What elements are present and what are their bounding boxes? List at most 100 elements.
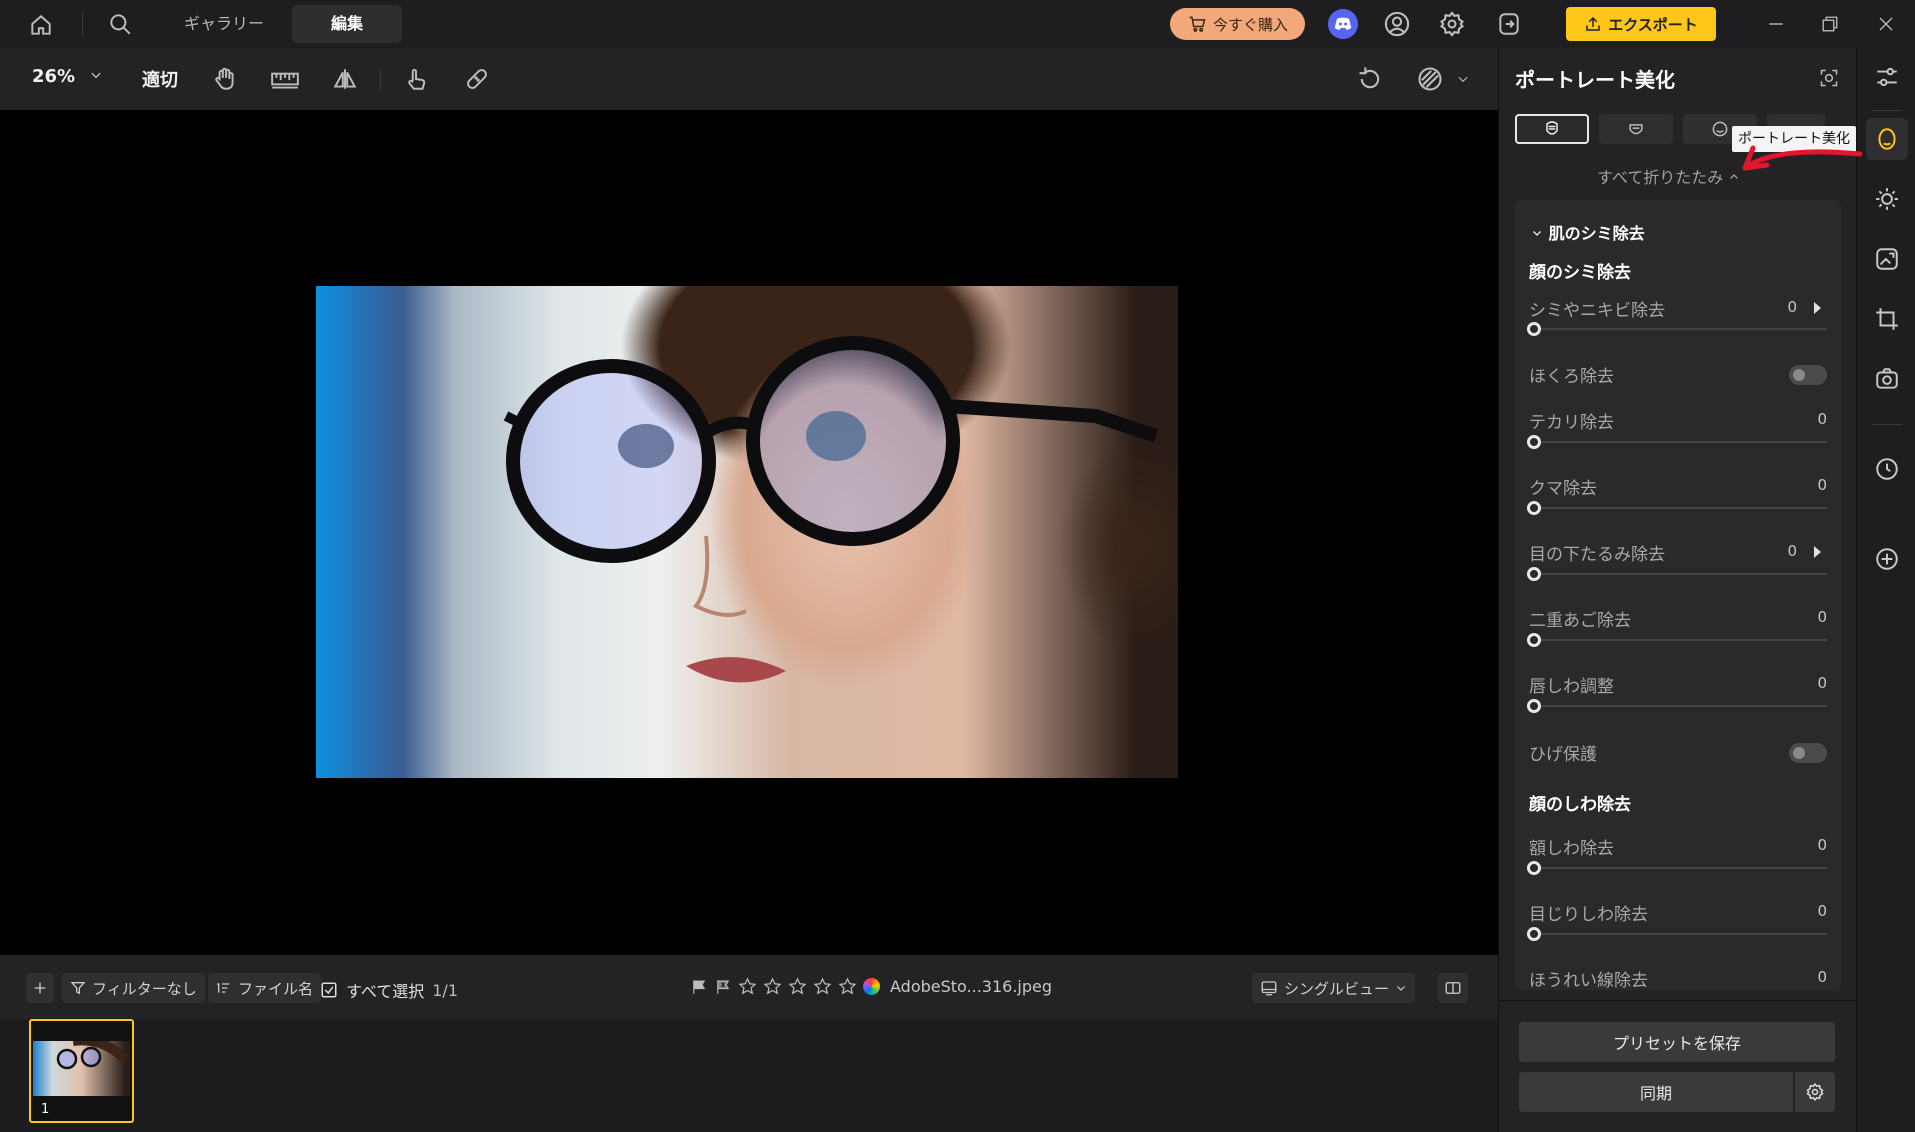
row-label: 目じりしわ除去 xyxy=(1529,905,1648,925)
thumbnail-index: 1 xyxy=(37,1102,54,1117)
tab-gallery[interactable]: ギャラリー xyxy=(166,5,282,43)
star-icon[interactable] xyxy=(763,977,782,996)
light-button[interactable] xyxy=(1866,178,1908,220)
group-title-wrinkle: 顔のしわ除去 xyxy=(1529,795,1631,815)
star-icon[interactable] xyxy=(788,977,807,996)
sync-settings-button[interactable] xyxy=(1795,1072,1835,1112)
close-icon[interactable] xyxy=(1872,10,1900,38)
portrait-beauty-button[interactable] xyxy=(1866,118,1908,160)
sort-label: ファイル名 xyxy=(238,979,314,998)
row-label: テカリ除去 xyxy=(1529,413,1614,433)
fit-button[interactable]: 適切 xyxy=(142,66,178,92)
row-value[interactable]: 0 xyxy=(1817,836,1827,854)
flag-reject-icon[interactable] xyxy=(714,978,732,996)
slider-knob[interactable] xyxy=(1527,435,1541,449)
split-view-button[interactable] xyxy=(1438,973,1468,1003)
tab-skin[interactable] xyxy=(1515,114,1589,144)
slider-knob[interactable] xyxy=(1527,927,1541,941)
sync-button[interactable]: 同期 xyxy=(1519,1072,1793,1112)
home-icon[interactable] xyxy=(26,10,56,40)
export-button[interactable]: エクスポート xyxy=(1566,7,1716,41)
sign-in-icon[interactable] xyxy=(1494,9,1524,39)
slider-knob[interactable] xyxy=(1527,633,1541,647)
touch-tool-icon[interactable] xyxy=(400,63,432,95)
row-value[interactable]: 0 xyxy=(1817,410,1827,428)
settings-gear-icon[interactable] xyxy=(1437,9,1467,39)
slider-track[interactable] xyxy=(1527,322,1827,336)
color-label-icon[interactable] xyxy=(863,978,880,995)
crop-icon xyxy=(1876,308,1898,330)
chevron-down-icon[interactable] xyxy=(1454,70,1472,88)
filter-label: フィルターなし xyxy=(92,979,197,998)
row-label: ほうれい線除去 xyxy=(1529,971,1648,990)
view-mode-label: シングルビュー xyxy=(1284,979,1390,998)
expand-arrow-icon[interactable] xyxy=(1814,302,1821,314)
camera-icon xyxy=(1876,368,1898,389)
row-value[interactable]: 0 xyxy=(1817,608,1827,626)
row-label: 二重あご除去 xyxy=(1529,611,1631,631)
toggle-switch[interactable] xyxy=(1789,743,1827,763)
sort-dropdown[interactable]: ファイル名 xyxy=(208,973,322,1003)
section-header[interactable]: 肌のシミ除去 xyxy=(1531,220,1645,244)
row-value[interactable]: 0 xyxy=(1817,476,1827,494)
tab-edit[interactable]: 編集 xyxy=(292,5,402,43)
checkbox-checked-icon xyxy=(321,982,337,998)
slider-knob[interactable] xyxy=(1527,322,1541,336)
row-value[interactable]: 0 xyxy=(1817,968,1827,986)
search-icon[interactable] xyxy=(104,8,136,40)
compare-icon[interactable] xyxy=(1412,63,1448,95)
slider-track[interactable] xyxy=(1527,861,1827,875)
history-button[interactable] xyxy=(1866,448,1908,490)
expand-arrow-icon[interactable] xyxy=(1814,546,1821,558)
add-button[interactable] xyxy=(26,973,54,1003)
star-icon[interactable] xyxy=(838,977,857,996)
star-icon[interactable] xyxy=(813,977,832,996)
slider-track[interactable] xyxy=(1527,927,1827,941)
restore-icon[interactable] xyxy=(1816,10,1844,38)
face-shape-icon xyxy=(1629,124,1643,135)
row-label: 唇しわ調整 xyxy=(1529,677,1614,697)
row-value[interactable]: 0 xyxy=(1817,902,1827,920)
slider-track[interactable] xyxy=(1527,699,1827,713)
flag-pick-icon[interactable] xyxy=(690,978,708,996)
slider-track[interactable] xyxy=(1527,435,1827,449)
toggle-switch[interactable] xyxy=(1789,365,1827,385)
row-value[interactable]: 0 xyxy=(1817,674,1827,692)
slider-track[interactable] xyxy=(1527,501,1827,515)
filter-dropdown[interactable]: フィルターなし xyxy=(62,973,205,1003)
adjust-sliders-button[interactable] xyxy=(1866,56,1908,98)
slider-knob[interactable] xyxy=(1527,861,1541,875)
account-icon[interactable] xyxy=(1382,9,1412,39)
slider-track[interactable] xyxy=(1527,567,1827,581)
slider-knob[interactable] xyxy=(1527,567,1541,581)
hand-tool-icon[interactable] xyxy=(209,63,241,95)
row-label: シミやニキビ除去 xyxy=(1529,301,1665,321)
rotate-reset-icon[interactable] xyxy=(1354,63,1386,95)
discord-icon[interactable] xyxy=(1328,9,1358,39)
bandage-heal-icon[interactable] xyxy=(461,63,493,95)
slider-track[interactable] xyxy=(1527,633,1827,647)
export-label: エクスポート xyxy=(1608,15,1698,34)
view-mode-dropdown[interactable]: シングルビュー xyxy=(1252,973,1416,1003)
select-all-checkbox[interactable]: すべて選択 1/1 xyxy=(320,978,458,1002)
add-tool-button[interactable] xyxy=(1866,538,1908,580)
ruler-icon[interactable] xyxy=(268,63,302,95)
row-value[interactable]: 0 xyxy=(1787,542,1797,560)
zoom-dropdown[interactable]: 26% xyxy=(32,66,103,87)
select-all-label: すべて選択 xyxy=(346,982,425,1001)
camera-button[interactable] xyxy=(1866,358,1908,400)
crop-button[interactable] xyxy=(1866,298,1908,340)
save-preset-button[interactable]: プリセットを保存 xyxy=(1519,1022,1835,1062)
row-value[interactable]: 0 xyxy=(1787,298,1797,316)
row-label: ひげ保護 xyxy=(1529,745,1597,765)
filmstrip-thumbnail[interactable]: 1 xyxy=(29,1019,134,1123)
slider-knob[interactable] xyxy=(1527,699,1541,713)
star-icon[interactable] xyxy=(738,977,757,996)
flip-icon[interactable] xyxy=(329,63,361,95)
ai-effects-button[interactable] xyxy=(1866,238,1908,280)
buy-now-button[interactable]: 今すぐ購入 xyxy=(1170,8,1305,40)
slider-knob[interactable] xyxy=(1527,501,1541,515)
face-detect-icon[interactable] xyxy=(1817,66,1841,90)
tab-face-shape[interactable] xyxy=(1599,114,1673,144)
minimize-icon[interactable] xyxy=(1762,10,1790,38)
